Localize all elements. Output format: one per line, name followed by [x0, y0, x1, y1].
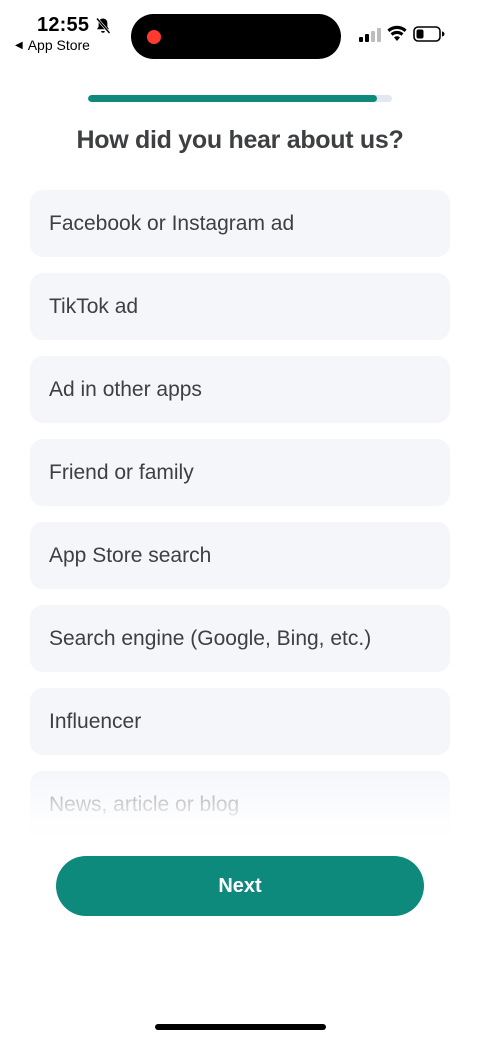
option-facebook-instagram-ad[interactable]: Facebook or Instagram ad — [30, 190, 450, 257]
option-search-engine[interactable]: Search engine (Google, Bing, etc.) — [30, 605, 450, 672]
recording-indicator — [147, 30, 161, 44]
status-bar: 12:55 ◀ App Store — [0, 0, 480, 64]
option-tiktok-ad[interactable]: TikTok ad — [30, 273, 450, 340]
option-ad-in-other-apps[interactable]: Ad in other apps — [30, 356, 450, 423]
progress-fill — [88, 95, 377, 102]
bell-off-icon — [96, 17, 111, 34]
signal-icon — [359, 28, 381, 42]
onboarding-progress-bar — [88, 95, 392, 102]
option-news-article-blog[interactable]: News, article or blog — [30, 771, 450, 838]
options-list: Facebook or Instagram ad TikTok ad Ad in… — [30, 190, 450, 854]
back-link-label: App Store — [27, 37, 90, 53]
home-indicator[interactable] — [155, 1024, 326, 1030]
option-friend-or-family[interactable]: Friend or family — [30, 439, 450, 506]
dynamic-island — [131, 14, 341, 59]
page-title: How did you hear about us? — [76, 126, 404, 154]
next-button[interactable]: Next — [56, 856, 424, 916]
back-to-app-store-link[interactable]: ◀ App Store — [15, 37, 90, 53]
status-time: 12:55 — [37, 14, 90, 36]
back-arrow-icon: ◀ — [15, 39, 23, 51]
option-influencer[interactable]: Influencer — [30, 688, 450, 755]
wifi-icon — [387, 25, 407, 41]
option-app-store-search[interactable]: App Store search — [30, 522, 450, 589]
battery-icon — [413, 26, 445, 42]
